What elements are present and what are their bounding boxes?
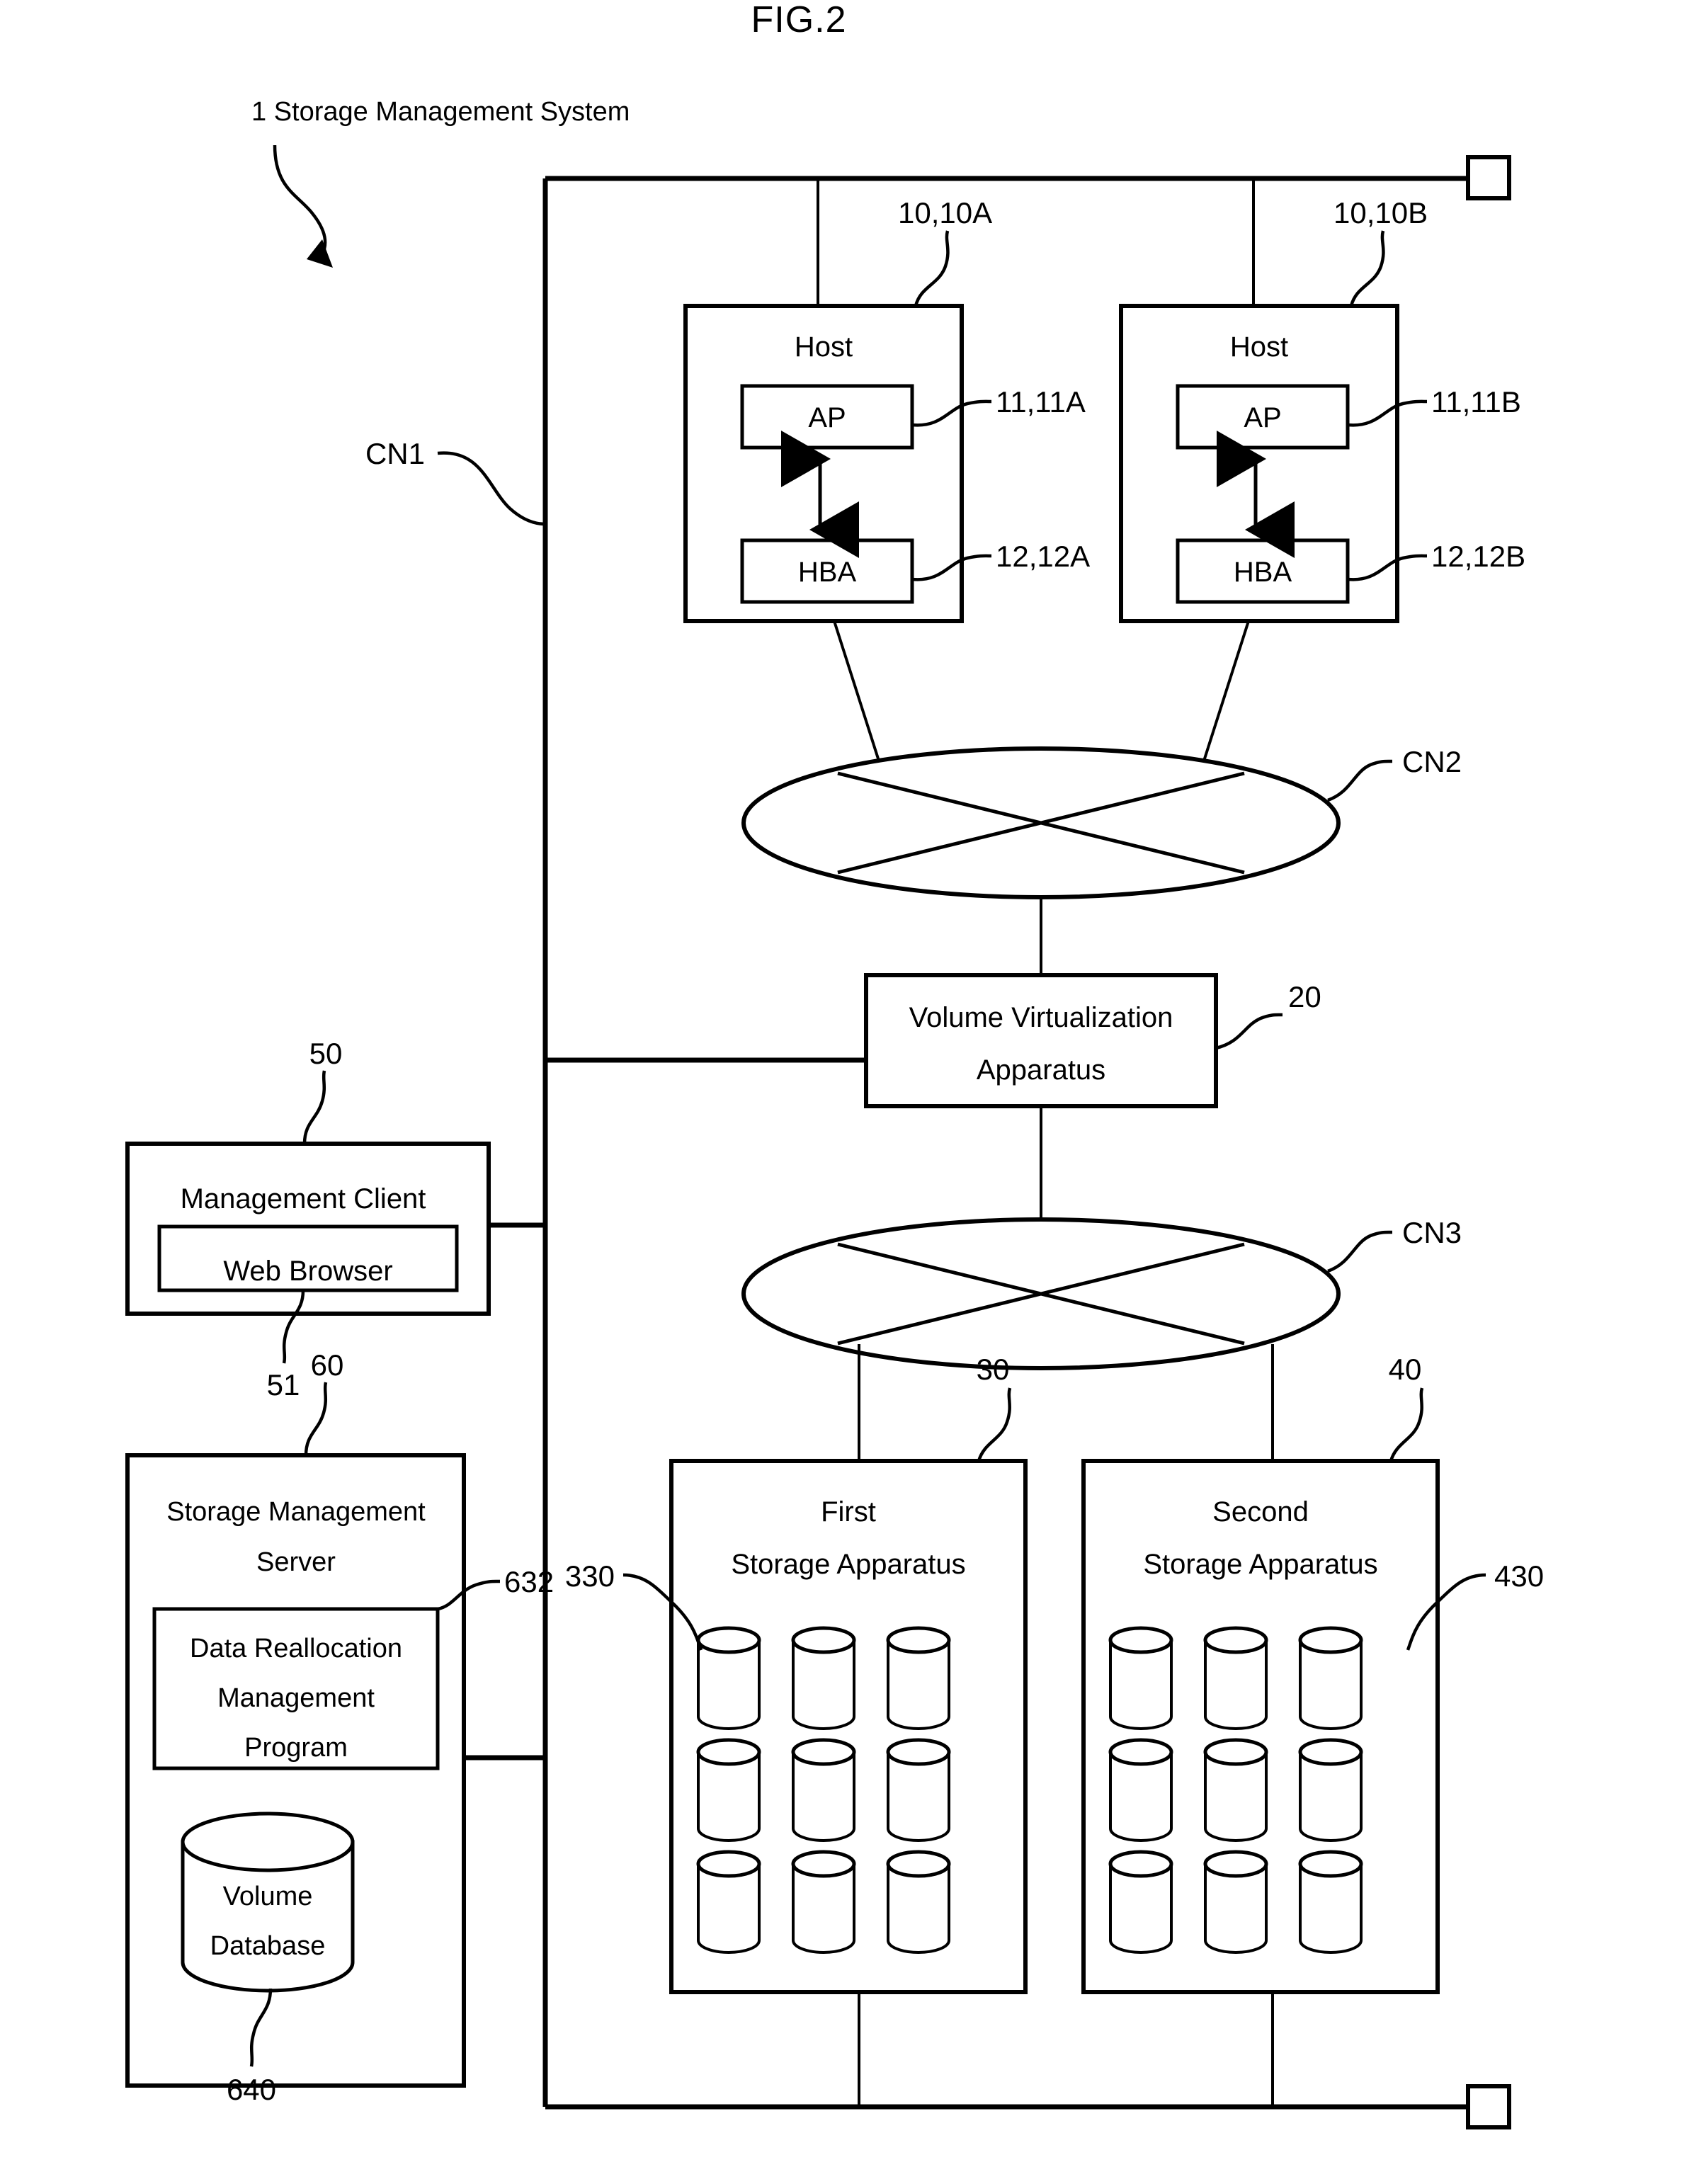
- web-browser-ref: 51: [267, 1368, 300, 1401]
- volume-virtualization-title-line1: Volume Virtualization: [909, 1002, 1173, 1033]
- reallocation-program-line2: Management: [217, 1683, 375, 1713]
- first-storage-title-line1: First: [821, 1496, 876, 1528]
- second-storage-title-line2: Storage Apparatus: [1143, 1549, 1377, 1580]
- management-server-title-line2: Server: [256, 1547, 336, 1577]
- host-b-title: Host: [1230, 331, 1288, 363]
- host-a-hba-label: HBA: [798, 557, 857, 588]
- host-b-hba-label: HBA: [1234, 557, 1292, 588]
- cn1-leader: [437, 451, 546, 526]
- web-browser-label: Web Browser: [223, 1256, 392, 1287]
- first-storage-ref: 30: [977, 1353, 1010, 1386]
- second-storage-box: [1081, 1459, 1440, 1994]
- management-client-title: Management Client: [181, 1183, 426, 1215]
- figure-title: FIG.2: [751, 0, 846, 40]
- host-b-ref: 10,10B: [1333, 196, 1428, 229]
- host-a-ap-ref: 11,11A: [996, 385, 1086, 419]
- volume-database-line2: Database: [210, 1931, 326, 1961]
- network-cn2: [741, 746, 1393, 975]
- reallocation-program-line3: Program: [244, 1733, 348, 1763]
- host-a-title: Host: [795, 331, 853, 363]
- volume-database-line1: Volume: [223, 1882, 313, 1911]
- host-a-hba-ref: 12,12A: [996, 540, 1090, 573]
- management-server-title-line1: Storage Management: [166, 1497, 426, 1527]
- second-storage-ref: 40: [1389, 1353, 1422, 1386]
- first-storage-group: [622, 1387, 1028, 1994]
- first-storage-title-line2: Storage Apparatus: [731, 1549, 965, 1580]
- volume-virtualization-box: [864, 973, 1218, 1108]
- network-label-cn3: CN3: [1402, 1216, 1462, 1249]
- host-a-group: [683, 230, 992, 788]
- network-cn3: [741, 1217, 1393, 1461]
- reallocation-program-line1: Data Reallocation: [190, 1634, 402, 1663]
- host-b-group: [1119, 230, 1428, 788]
- terminal-top: [1466, 155, 1511, 200]
- first-storage-box: [669, 1459, 1028, 1994]
- second-storage-title-line1: Second: [1212, 1496, 1309, 1528]
- volume-virtualization-title-line2: Apparatus: [977, 1054, 1105, 1086]
- volume-virtualization-ref: 20: [1288, 980, 1321, 1013]
- network-label-cn1: CN1: [365, 437, 425, 470]
- network-label-cn2: CN2: [1402, 745, 1462, 778]
- volume-database-ref: 640: [227, 2073, 276, 2106]
- host-b-ap-ref: 11,11B: [1431, 385, 1521, 419]
- terminal-bottom: [1466, 2084, 1511, 2129]
- figure-caption: 1 Storage Management System: [251, 97, 630, 127]
- second-storage-disk-ref: 430: [1494, 1559, 1544, 1593]
- first-storage-disk-ref: 330: [565, 1559, 615, 1593]
- host-a-ref: 10,10A: [898, 196, 992, 229]
- host-b-ap-label: AP: [1244, 402, 1281, 433]
- management-client-group: [125, 1070, 491, 1364]
- host-a-ap-label: AP: [808, 402, 846, 433]
- management-client-ref: 50: [309, 1037, 343, 1070]
- host-b-hba-ref: 12,12B: [1431, 540, 1525, 573]
- patent-figure-page: FIG.2 1 Storage Management System CN1 CN…: [0, 0, 1689, 2184]
- caption-leader: [273, 144, 333, 268]
- management-server-ref: 60: [311, 1348, 344, 1382]
- figure-canvas: FIG.2 1 Storage Management System CN1 CN…: [125, 0, 1544, 2129]
- reallocation-program-ref: 632: [504, 1565, 554, 1598]
- second-storage-group: [1081, 1387, 1486, 1994]
